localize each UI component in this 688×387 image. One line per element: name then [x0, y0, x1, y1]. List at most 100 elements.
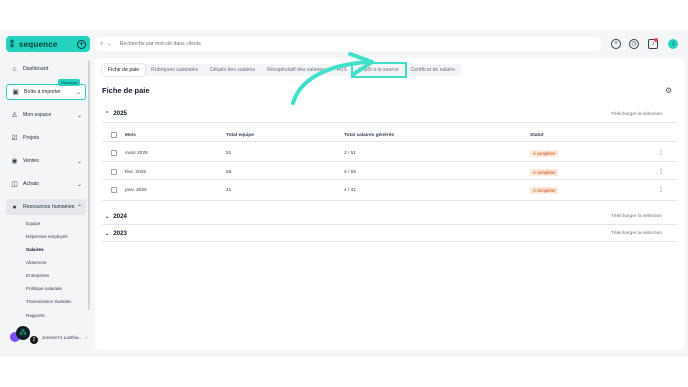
select-all-checkbox[interactable] [111, 132, 117, 138]
sidebar-item-label: Ressources humaines [23, 204, 75, 210]
divider [102, 241, 677, 242]
sidebar-item-label: Mon espace [23, 112, 52, 118]
chevron-down-icon: ⌄ [75, 89, 81, 96]
sidebar-item-label: Dashboard [23, 66, 49, 72]
sidebar-subitem-swisdec[interactable]: Transmission Swisdec [26, 299, 72, 304]
chevron-down-icon[interactable]: ⌄ [107, 41, 111, 47]
divider [102, 200, 677, 201]
sidebar-subitem-entreprises[interactable]: Entreprises [26, 273, 49, 278]
tab-fiche-de-paie[interactable]: Fiche de paie [102, 64, 146, 76]
column-header-mois: Mois [125, 133, 136, 138]
row-checkbox[interactable] [111, 150, 117, 156]
sidebar: ⁑ sequence + ⌂ Dashboard ▣ Boîte à impor… [0, 30, 92, 357]
add-icon[interactable]: + [77, 39, 86, 49]
download-selection-link[interactable]: Télécharger la sélection [611, 214, 662, 219]
chat-count-badge: 2 [30, 336, 38, 344]
header-avatar[interactable]: J [668, 39, 678, 49]
page-title: Fiche de paie [102, 86, 150, 95]
divider [102, 122, 677, 123]
divider [102, 141, 677, 142]
sidebar-subitem-rapports[interactable]: Rapports [26, 313, 45, 318]
year-label: 2023 [113, 230, 127, 237]
sidebar-subitem-equipe[interactable]: Equipe [26, 221, 40, 226]
sidebar-subitem-absences[interactable]: Absences [26, 260, 46, 265]
chevron-down-icon: ⌄ [76, 181, 82, 188]
sidebar-item-projets[interactable]: ☑ Projets [6, 130, 86, 146]
brand-name: sequence [19, 39, 58, 49]
search-icon: ⌕ [100, 40, 104, 47]
divider [102, 161, 677, 162]
cell-generated: 4 / 55 [344, 170, 357, 175]
people-icon: ● [12, 203, 17, 211]
sidebar-subitem-politique[interactable]: Politique salariale [26, 286, 62, 291]
year-label: 2025 [113, 110, 127, 117]
tab-rubriques[interactable]: Rubriques salariales [145, 64, 204, 76]
year-section-2025[interactable]: ⌃ 2025 [105, 110, 127, 117]
status-badge: À compléter [530, 169, 559, 176]
cell-month[interactable]: févr. 2025 [125, 170, 146, 175]
user-name: Jones4Y1 Lasthia... [42, 334, 83, 340]
year-section-2023[interactable]: ⌄ 2023 [105, 230, 127, 237]
sidebar-item-ressources-humaines[interactable]: ● Ressources humaines ⌃ [6, 199, 86, 215]
tab-avs[interactable]: AVS [331, 64, 353, 76]
tab-certificat[interactable]: Certificat de salaire [405, 64, 461, 76]
search-input[interactable]: Recherche par mot-clé dans clients [120, 41, 201, 47]
cell-generated: 4 / 41 [344, 188, 357, 193]
tab-recapitulatif[interactable]: Récapitulatif des salaires [261, 64, 331, 76]
money-bag-icon: ◉ [11, 158, 18, 165]
column-header-total-salaires: Total salaires générés [344, 133, 395, 138]
chevron-down-icon: ⌄ [76, 158, 82, 165]
search-bar[interactable]: ⌕ ⌄ Recherche par mot-clé dans clients [95, 37, 601, 51]
cell-month[interactable]: mars 2025 [125, 151, 148, 156]
year-section-2024[interactable]: ⌄ 2024 [105, 213, 127, 220]
chevron-down-icon: ⌄ [105, 230, 110, 237]
column-header-total-equipe: Total equipe [226, 133, 254, 138]
home-icon: ⌂ [12, 65, 17, 73]
app-shell: ⁑ sequence + ⌂ Dashboard ▣ Boîte à impor… [0, 30, 688, 357]
chevron-down-icon: ⌄ [105, 213, 110, 220]
shopping-bag-icon: ◫ [11, 181, 18, 188]
chat-bubble-icon[interactable]: ⁂ [16, 326, 30, 340]
cell-team: 55 [226, 170, 232, 175]
cell-generated: 2 / 51 [344, 151, 357, 156]
more-options-icon[interactable]: ⋮ [658, 150, 664, 156]
sidebar-item-label: Ventes [23, 158, 39, 164]
settings-sliders-icon[interactable]: ⚙ [665, 86, 672, 95]
new-badge: Nouveau [58, 79, 81, 86]
brand-logo[interactable]: ⁑ sequence + [6, 36, 90, 52]
sidebar-item-ventes[interactable]: ◉ Ventes ⌄ [6, 153, 86, 169]
sidebar-item-label: Achats [23, 181, 39, 187]
main-panel: Fiche de paie Rubriques salariales Détai… [95, 58, 685, 350]
clock-icon[interactable]: ◷ [629, 39, 639, 49]
column-header-statut: Statut [530, 133, 544, 138]
sidebar-scrollbar[interactable] [88, 60, 90, 310]
tab-details[interactable]: Détails des salaires [204, 64, 261, 76]
status-badge: À compléter [530, 150, 559, 157]
divider [102, 224, 677, 225]
sidebar-subitem-salaires[interactable]: Salaires [26, 247, 44, 252]
cell-month[interactable]: janv. 2025 [125, 188, 147, 193]
download-selection-link[interactable]: Télécharger la sélection [611, 231, 662, 236]
sidebar-item-import[interactable]: ▣ Boîte à importer ⌄ [6, 84, 86, 100]
sidebar-item-mon-espace[interactable]: ♙ Mon espace ⌄ [6, 107, 86, 123]
cell-team: 51 [226, 151, 232, 156]
sidebar-item-achats[interactable]: ◫ Achats ⌄ [6, 176, 86, 192]
more-options-icon[interactable]: ⋮ [658, 187, 664, 193]
inbox-icon: ▣ [12, 89, 19, 96]
tab-bar: Fiche de paie Rubriques salariales Détai… [102, 62, 462, 78]
notification-dot [654, 38, 658, 42]
cell-team: 41 [226, 188, 232, 193]
sequence-logo-icon: ⁑ [10, 39, 14, 49]
sidebar-item-label: Projets [23, 135, 40, 141]
sidebar-subitem-depenses[interactable]: Dépenses employés [26, 234, 68, 239]
chevron-down-icon: ⌄ [76, 112, 82, 119]
sidebar-item-dashboard[interactable]: ⌂ Dashboard [6, 61, 86, 77]
add-circle-icon[interactable]: + [611, 39, 621, 49]
row-checkbox[interactable] [111, 169, 117, 175]
row-checkbox[interactable] [111, 187, 117, 193]
chevron-up-icon: ⌃ [76, 204, 82, 211]
more-options-icon[interactable]: ⋮ [658, 169, 664, 175]
divider [102, 179, 677, 180]
download-selection-link[interactable]: Télécharger la sélection [611, 112, 662, 117]
tab-impot-source[interactable]: Impôt à la source [350, 62, 407, 78]
